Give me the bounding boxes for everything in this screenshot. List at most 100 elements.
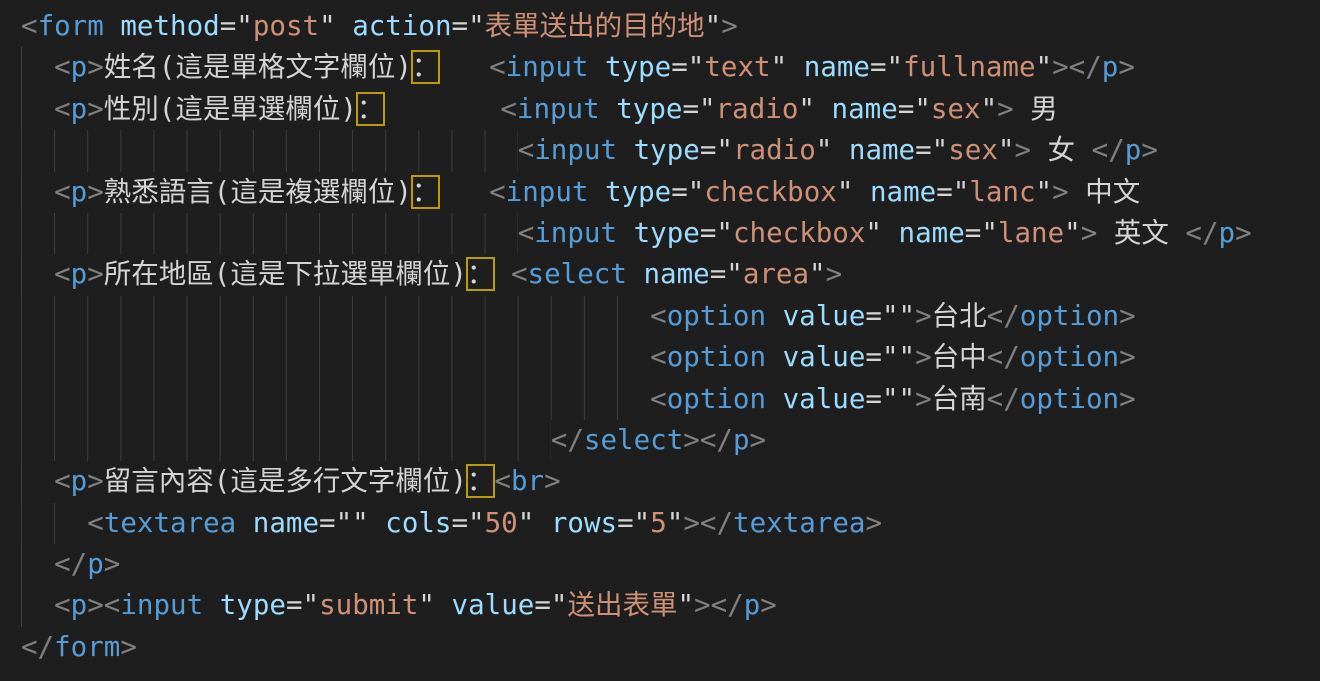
token-string-value: text: [704, 51, 770, 83]
code-line-1[interactable]: <form method="post" action="表單送出的目的地">: [21, 6, 1320, 47]
token-punctuation: <: [518, 217, 535, 249]
token-text: [766, 300, 783, 332]
token-text: =": [700, 217, 733, 249]
token-text: [588, 176, 605, 208]
token-tag-name: option: [1020, 300, 1119, 332]
token-text: [439, 176, 489, 208]
code-line-16[interactable]: </form>: [21, 627, 1320, 668]
token-punctuation: <: [518, 134, 535, 166]
token-punctuation: >: [1235, 217, 1252, 249]
token-text: =": [452, 507, 485, 539]
token-punctuation: >: [750, 424, 767, 456]
indent-guide: [21, 254, 54, 295]
token-attribute-name: name: [832, 93, 898, 125]
token-text: [203, 589, 220, 621]
code-line-14[interactable]: </p>: [21, 544, 1320, 585]
token-string-value: submit: [319, 589, 418, 621]
code-line-15[interactable]: <p><input type="submit" value="送出表單"></p…: [21, 585, 1320, 626]
code-line-6[interactable]: <input type="checkbox" name="lane"> 英文 <…: [21, 213, 1320, 254]
code-line-9[interactable]: <option value="">台中</option>: [21, 337, 1320, 378]
code-line-12[interactable]: <p>留言內容(這是多行文字欄位)：<br>: [21, 461, 1320, 502]
token-punctuation: >: [1119, 383, 1136, 415]
token-string-value: radio: [733, 134, 816, 166]
token-tag-name: p: [1125, 134, 1142, 166]
indent-guide: [21, 420, 551, 461]
token-tag-name: select: [528, 258, 627, 290]
token-punctuation: >: [1119, 341, 1136, 373]
token-text: 中文: [1069, 176, 1141, 208]
indent-guide: [21, 585, 54, 626]
token-punctuation: <: [489, 176, 506, 208]
token-punctuation: <: [54, 93, 71, 125]
token-attribute-name: name: [849, 134, 915, 166]
token-text: ": [705, 10, 722, 42]
token-string-value: post: [253, 10, 319, 42]
token-tag-name: option: [667, 300, 766, 332]
unicode-highlight-box: ：: [412, 51, 440, 83]
token-punctuation: >: [915, 383, 932, 415]
token-text: 台南: [932, 383, 987, 415]
code-line-3[interactable]: <p>性別(這是單選欄位)： <input type="radio" name=…: [21, 89, 1320, 130]
token-text: =": [870, 51, 903, 83]
token-text: ": [667, 507, 684, 539]
token-text: ": [319, 10, 352, 42]
token-punctuation: ></: [683, 424, 733, 456]
token-attribute-name: name: [870, 176, 936, 208]
code-line-8[interactable]: <option value="">台北</option>: [21, 296, 1320, 337]
token-tag-name: input: [534, 217, 617, 249]
token-punctuation: </: [54, 548, 87, 580]
code-line-13[interactable]: <textarea name="" cols="50" rows="5"></t…: [21, 503, 1320, 544]
unicode-highlight-box: ：: [467, 258, 495, 290]
token-text: =": [671, 51, 704, 83]
token-text: [494, 258, 511, 290]
token-text: ="": [865, 383, 915, 415]
code-line-2[interactable]: <p>姓名(這是單格文字欄位)： <input type="text" name…: [21, 47, 1320, 88]
token-string-value: 送出表單: [567, 589, 677, 621]
token-tag-name: select: [584, 424, 683, 456]
token-punctuation: >: [1119, 300, 1136, 332]
token-punctuation: <: [489, 51, 506, 83]
token-punctuation: <: [650, 300, 667, 332]
token-attribute-name: cols: [385, 507, 451, 539]
unicode-highlight-box: ：: [412, 176, 440, 208]
token-punctuation: >: [760, 589, 777, 621]
token-text: =": [710, 258, 743, 290]
token-punctuation: <: [54, 176, 71, 208]
token-text: 所在地區(這是下拉選單欄位): [104, 258, 467, 290]
token-punctuation: ><: [87, 589, 120, 621]
code-editor[interactable]: <form method="post" action="表單送出的目的地"><p…: [0, 0, 1320, 681]
token-text: [236, 507, 253, 539]
code-line-4[interactable]: <input type="radio" name="sex"> 女 </p>: [21, 130, 1320, 171]
code-line-11[interactable]: </select></p>: [21, 420, 1320, 461]
token-tag-name: br: [511, 465, 544, 497]
token-text: ": [1036, 176, 1053, 208]
code-line-5[interactable]: <p>熟悉語言(這是複選欄位)： <input type="checkbox" …: [21, 172, 1320, 213]
token-text: =": [965, 217, 998, 249]
token-text: ="": [865, 341, 915, 373]
token-tag-name: option: [1020, 383, 1119, 415]
token-tag-name: textarea: [733, 507, 865, 539]
code-line-7[interactable]: <p>所在地區(這是下拉選單欄位)： <select name="area">: [21, 254, 1320, 295]
token-punctuation: >: [997, 93, 1014, 125]
token-text: ": [981, 93, 998, 125]
token-punctuation: <: [54, 465, 71, 497]
token-punctuation: </: [987, 341, 1020, 373]
token-text: =": [682, 93, 715, 125]
token-punctuation: </: [987, 300, 1020, 332]
token-tag-name: p: [71, 258, 88, 290]
token-tag-name: input: [120, 589, 203, 621]
token-punctuation: >: [120, 631, 137, 663]
token-string-value: 表單送出的目的地: [485, 10, 705, 42]
token-attribute-name: type: [634, 217, 700, 249]
token-attribute-name: action: [352, 10, 451, 42]
code-line-10[interactable]: <option value="">台南</option>: [21, 379, 1320, 420]
indent-guide: [21, 130, 518, 171]
token-tag-name: option: [667, 383, 766, 415]
token-string-value: 50: [485, 507, 518, 539]
token-punctuation: >: [1081, 217, 1098, 249]
token-punctuation: >: [1141, 134, 1158, 166]
token-punctuation: >: [87, 93, 104, 125]
token-punctuation: >: [721, 10, 738, 42]
token-string-value: checkbox: [733, 217, 865, 249]
token-punctuation: >: [544, 465, 561, 497]
